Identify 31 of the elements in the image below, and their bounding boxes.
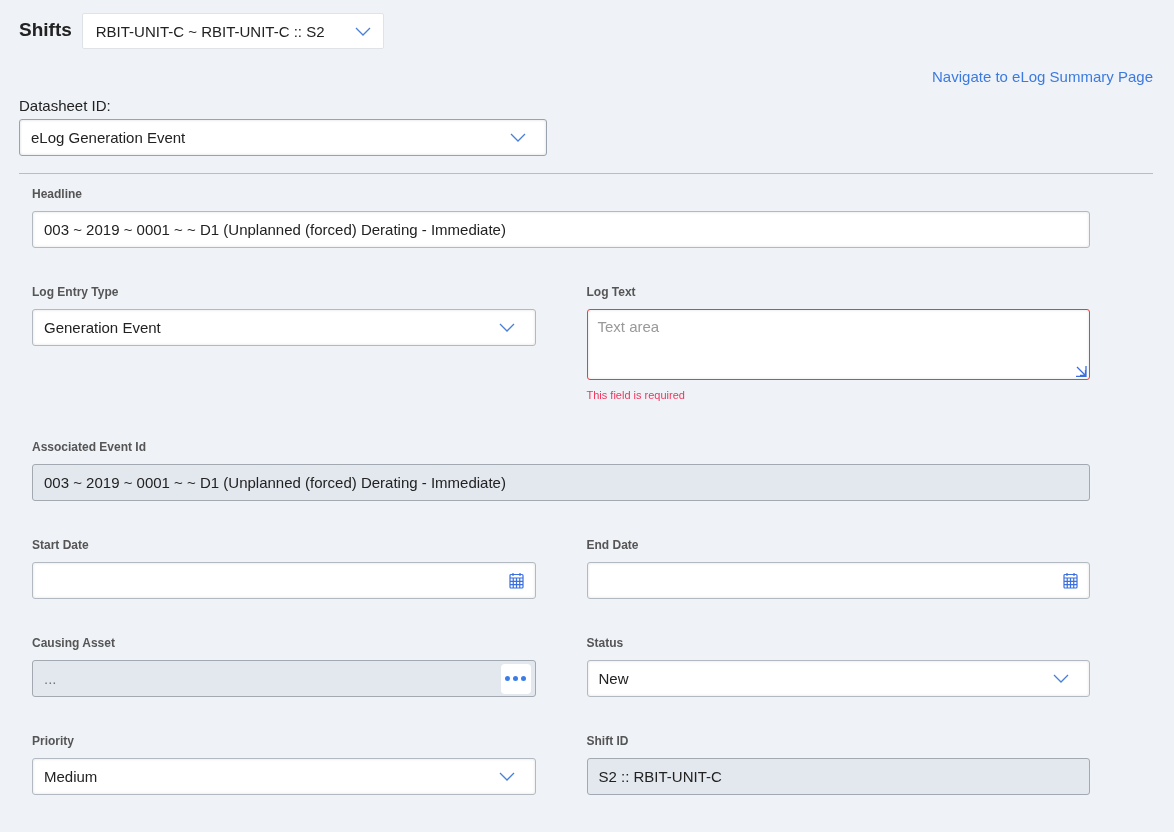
resize-handle-icon[interactable] (1076, 366, 1087, 377)
field-label: Causing Asset (32, 636, 116, 650)
field-label: Priority (32, 734, 75, 748)
error-message: This field is required (586, 389, 686, 403)
shift-dropdown[interactable]: RBIT-UNIT-C ~ RBIT-UNIT-C :: S2 (81, 13, 384, 49)
field-label: Associated Event Id (32, 440, 148, 454)
date-field[interactable] (32, 562, 536, 599)
chevron-down-icon (354, 26, 371, 36)
text-area-field[interactable]: Text area (586, 309, 1090, 380)
field-label: Headline (32, 187, 83, 201)
chevron-down-icon (498, 772, 515, 781)
field-label: End Date (586, 538, 640, 552)
text-field[interactable]: 003 ~ 2019 ~ 0001 ~ ~ D1 (Unplanned (forced) Derating - Immediate) (32, 211, 1090, 248)
date-field[interactable] (586, 562, 1090, 599)
shifts-label: Shifts (19, 19, 72, 41)
field-label: Status (586, 636, 625, 650)
field-label: Log Text (586, 285, 637, 299)
chevron-down-icon (510, 133, 526, 142)
chevron-down-icon (1053, 674, 1069, 683)
field-label: Shift ID (586, 734, 630, 748)
chevron-down-icon (498, 323, 515, 332)
field-label: Log Entry Type (32, 285, 120, 299)
datasheet-label: Datasheet ID: (19, 97, 112, 114)
dropdown-field[interactable]: New (586, 660, 1090, 697)
datasheet-dropdown[interactable]: eLog Generation Event (19, 119, 547, 156)
summary-page-link[interactable]: Navigate to eLog Summary Page (932, 68, 1153, 85)
dropdown-field[interactable]: Medium (32, 758, 536, 795)
calendar-icon (508, 572, 524, 589)
calendar-icon (1063, 572, 1078, 589)
field-label: Start Date (32, 538, 90, 552)
dropdown-field[interactable]: Generation Event (32, 309, 536, 346)
